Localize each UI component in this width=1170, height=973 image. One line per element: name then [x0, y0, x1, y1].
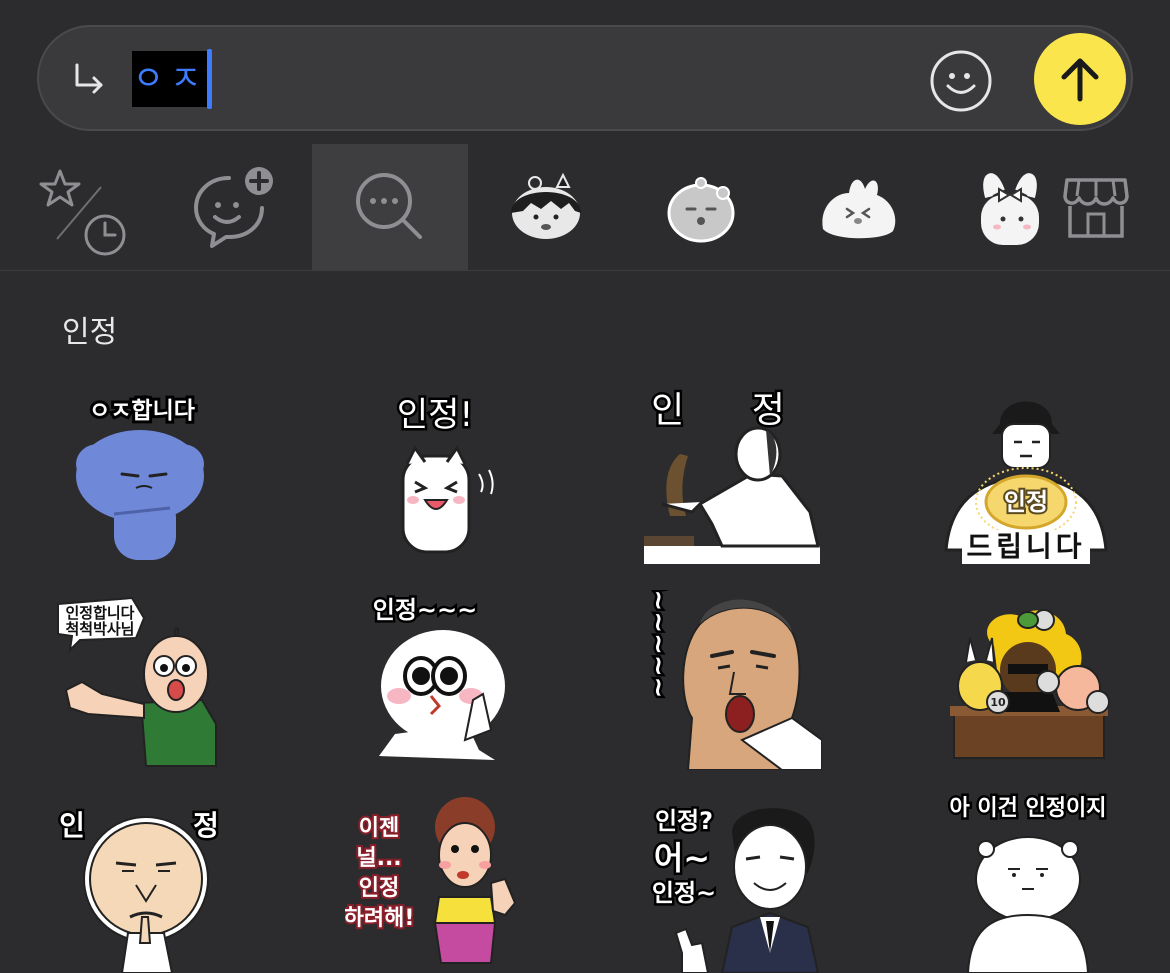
- tab-recent-favorites[interactable]: [0, 144, 156, 270]
- smiley-icon[interactable]: [929, 49, 993, 113]
- sticker-6[interactable]: 인정~~~: [345, 590, 525, 770]
- round-face-sticker-icon: [667, 177, 735, 243]
- emoticon-tab-bar: [0, 144, 1170, 271]
- sticker-caption-2: 척척박사님: [65, 620, 134, 638]
- section-title: 인정: [62, 315, 118, 350]
- chat-bubble-plus-icon: [194, 167, 273, 248]
- sticker-caption: 10: [990, 696, 1006, 709]
- search-results: 인정 ㅇㅈ합니다 인정! 인 정 인정 드립니다 인정합니다 척척박사님 인정~…: [0, 271, 1170, 973]
- bunny-blob-sticker-icon: [822, 179, 896, 239]
- tab-emoticon-shop[interactable]: [1022, 144, 1170, 270]
- arrow-up-icon: [1061, 58, 1099, 102]
- sticker-caption-2: 어~: [654, 839, 710, 877]
- sticker-caption: ㅇㅈ합니다: [89, 398, 195, 424]
- sticker-2[interactable]: 인정!: [345, 384, 525, 564]
- text-caret: [207, 49, 212, 109]
- sticker-9[interactable]: 인 정: [52, 793, 232, 973]
- sticker-10[interactable]: 이젠 널... 인정 하려해!: [345, 793, 525, 973]
- sticker-caption-4: 하려해!: [345, 906, 414, 931]
- tab-add-emoticon[interactable]: [156, 144, 312, 270]
- message-input-bar[interactable]: ㅇㅈ: [37, 25, 1133, 131]
- girl-sticker-icon: [511, 172, 581, 239]
- sticker-caption: 인정: [1004, 488, 1048, 516]
- shop-icon: [1063, 178, 1129, 238]
- sticker-7[interactable]: 인정~~~~~: [642, 590, 822, 770]
- reply-arrow-icon[interactable]: [69, 59, 109, 99]
- tab-pack-girl[interactable]: [468, 144, 624, 270]
- sticker-8[interactable]: 10: [936, 590, 1116, 770]
- sticker-4[interactable]: 인정 드립니다: [936, 384, 1116, 564]
- search-icon: [356, 173, 422, 239]
- sticker-caption: 인정!: [397, 395, 473, 435]
- sticker-5[interactable]: 인정합니다 척척박사님: [52, 590, 232, 770]
- tab-pack-bunny-blob[interactable]: [780, 144, 936, 270]
- sticker-caption: 아 이건 인정이지: [950, 796, 1107, 821]
- sticker-caption: 인: [59, 809, 85, 842]
- sticker-caption-2: 널...: [356, 846, 401, 871]
- sticker-caption-3: 인정~: [652, 879, 716, 907]
- sticker-3[interactable]: 인 정: [642, 384, 822, 564]
- sticker-caption: 인 정: [651, 390, 813, 431]
- tab-pack-round-face[interactable]: [624, 144, 780, 270]
- sticker-caption-3: 인정: [359, 876, 399, 901]
- sticker-caption: 인정~~~~~: [643, 590, 673, 698]
- sticker-1[interactable]: ㅇㅈ합니다: [52, 384, 232, 564]
- sticker-12[interactable]: 아 이건 인정이지: [936, 793, 1116, 973]
- sticker-caption-2: 드립니다: [966, 530, 1085, 563]
- sticker-caption: 인정~~~: [373, 596, 478, 624]
- composing-text[interactable]: ㅇㅈ: [132, 51, 208, 107]
- star-clock-icon: [39, 169, 126, 256]
- sticker-caption-2: 정: [193, 809, 219, 842]
- sticker-11[interactable]: 인정? 어~ 인정~: [642, 793, 822, 973]
- tab-search[interactable]: [312, 144, 468, 270]
- sticker-caption: 인정?: [655, 807, 713, 835]
- sticker-caption: 이젠: [359, 816, 399, 841]
- message-input-area: ㅇㅈ: [0, 0, 1170, 144]
- send-button[interactable]: [1034, 33, 1126, 125]
